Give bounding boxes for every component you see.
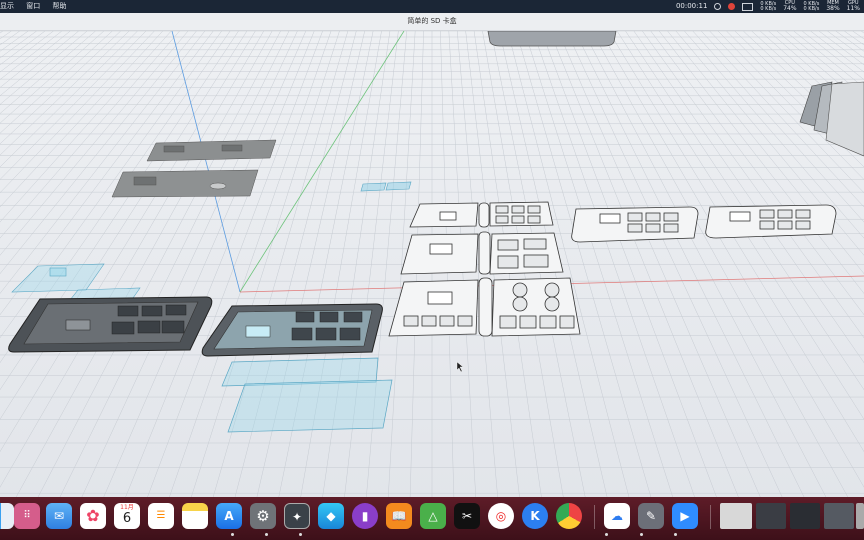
layers-app-icon[interactable]: ◆	[318, 503, 344, 529]
white-tray-right-1	[571, 206, 699, 243]
shapr3d-icon[interactable]: ✦	[284, 503, 310, 529]
games-app-icon[interactable]: ✎	[638, 503, 664, 529]
gpu-stat: GPU 11%	[846, 0, 860, 12]
viewport-canvas[interactable]	[0, 31, 864, 501]
recent-window-2-icon[interactable]	[756, 503, 786, 529]
baidu-netdisk-icon[interactable]: ☁	[604, 503, 630, 529]
capcut-icon[interactable]: ✂	[454, 503, 480, 529]
running-indicator	[640, 533, 643, 536]
calendar-day: 6	[122, 511, 132, 526]
recent-window-1-icon[interactable]	[720, 503, 752, 529]
net-stat2: 0 KB/s 0 KB/s	[803, 0, 820, 12]
reminders-icon[interactable]: ☰	[148, 503, 174, 529]
window-title: 简单的 SD 卡盒	[407, 17, 457, 25]
white-hinged-case-2	[400, 231, 564, 275]
transparent-panels-middle	[221, 357, 393, 433]
recording-timer[interactable]: 00:00:11	[676, 0, 707, 13]
running-indicator	[231, 533, 234, 536]
recent-window-4-icon[interactable]	[824, 503, 854, 529]
notes-icon[interactable]	[182, 503, 208, 529]
launchpad-icon[interactable]: ⠿	[14, 503, 40, 529]
recent-window-3-icon[interactable]	[790, 503, 820, 529]
window-titlebar: 简单的 SD 卡盒	[0, 13, 864, 31]
dark-tray-middle	[201, 303, 383, 357]
dock-separator-2	[710, 505, 711, 529]
menu-help[interactable]: 帮助	[52, 2, 66, 10]
dock: ⠿ ✉ ✿ 11月 6 ☰ A ⚙ ✦ ◆ ▮ 📖 △ ✂ ◎ K ☁ ✎ ▶	[0, 497, 864, 540]
finder-icon[interactable]	[0, 503, 14, 529]
cpu-stat: CPU 74%	[783, 0, 797, 12]
app-store-icon[interactable]: A	[216, 503, 242, 529]
white-tray-right-2	[705, 204, 837, 239]
screen-record-icon[interactable]	[742, 2, 754, 11]
white-hinged-case-1	[409, 201, 554, 228]
bookmarks-app-icon[interactable]: ▮	[352, 503, 378, 529]
running-indicator	[674, 533, 677, 536]
photos-icon[interactable]: ✿	[80, 503, 106, 529]
books-icon[interactable]: 📖	[386, 503, 412, 529]
top-partial-object	[487, 31, 617, 47]
dock-separator	[594, 505, 595, 529]
menu-window[interactable]: 窗口	[26, 2, 40, 10]
trash-icon[interactable]	[856, 503, 864, 529]
system-settings-icon[interactable]: ⚙	[250, 503, 276, 529]
cad-app-icon[interactable]: △	[420, 503, 446, 529]
menu-bar: 显示 窗口 帮助 00:00:11 0 KB/s 0 KB/s CPU 74% 0 …	[0, 0, 864, 13]
mem-stat: MEM 38%	[826, 0, 840, 12]
network-speed: 0 KB/s 0 KB/s	[760, 0, 777, 12]
stop-record-icon[interactable]	[728, 3, 736, 10]
cad-viewport[interactable]	[0, 31, 864, 501]
mail-icon[interactable]: ✉	[46, 503, 72, 529]
zoom-icon[interactable]: ▶	[672, 503, 698, 529]
running-indicator	[299, 533, 302, 536]
calendar-icon[interactable]: 11月 6	[114, 503, 140, 529]
menu-view[interactable]: 显示	[0, 2, 14, 10]
dark-tray-left	[8, 296, 213, 353]
running-indicator	[265, 533, 268, 536]
running-indicator	[605, 533, 608, 536]
kuaishou-icon[interactable]: K	[522, 503, 548, 529]
netease-music-icon[interactable]: ◎	[488, 503, 514, 529]
chrome-icon[interactable]	[556, 503, 582, 529]
pause-record-icon[interactable]	[714, 3, 722, 10]
white-hinged-case-3	[388, 277, 581, 337]
